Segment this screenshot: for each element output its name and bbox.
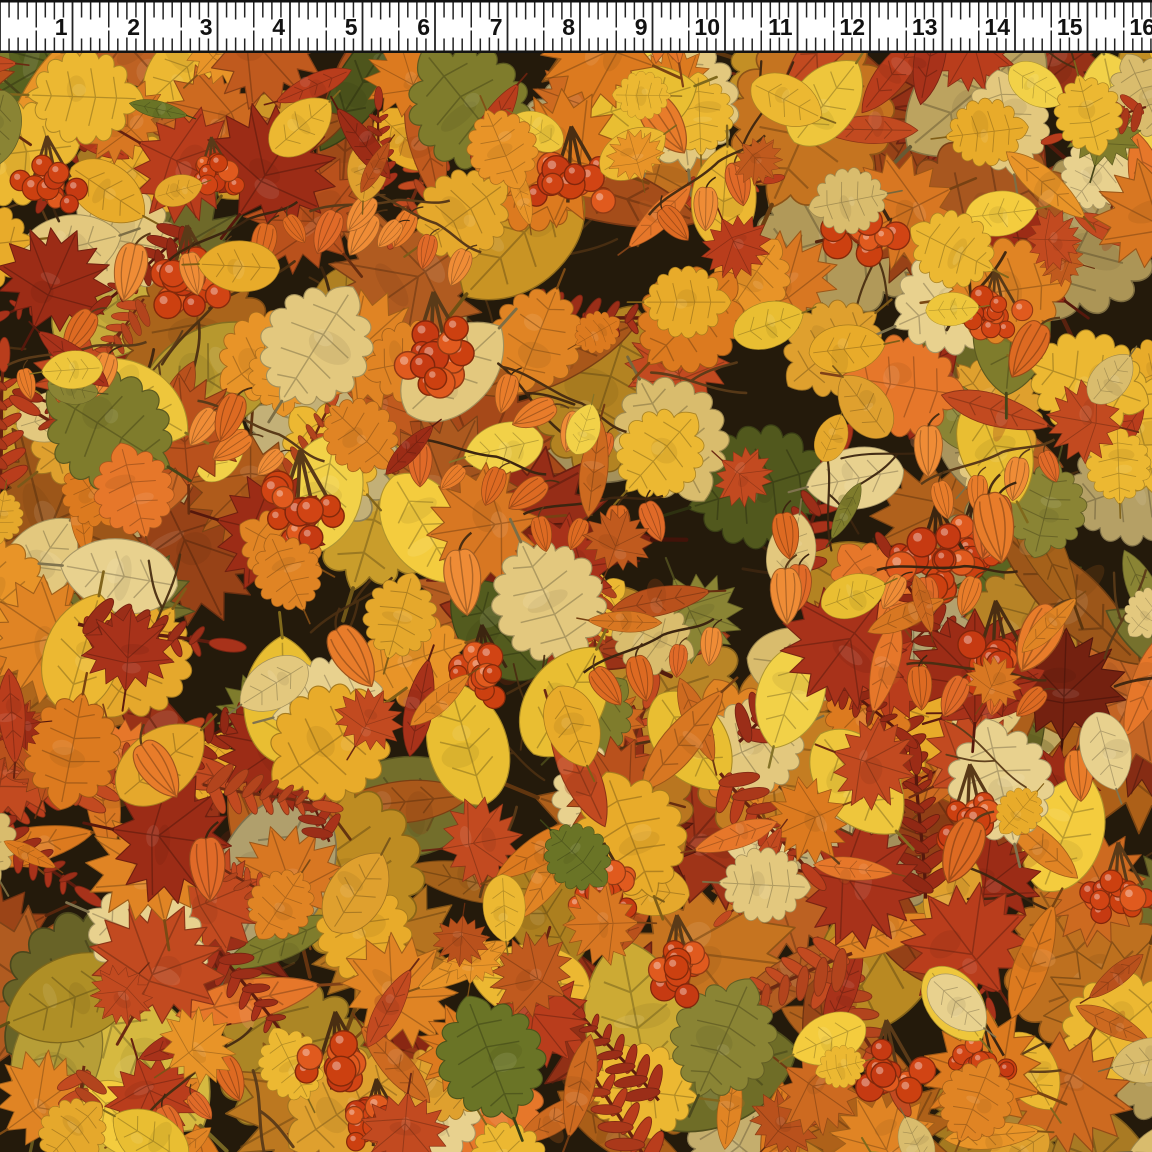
ruler-number: 7 [490,14,503,40]
ruler-number: 4 [272,14,285,40]
ruler-number: 1 [55,14,68,40]
ruler-number: 3 [200,14,213,40]
fabric-swatch [0,53,1152,1152]
ruler-number: 9 [635,14,648,40]
ruler-number: 5 [345,14,358,40]
ruler-number: 14 [984,14,1010,40]
ruler-number: 6 [417,14,430,40]
ruler-number: 8 [562,14,575,40]
ruler: 12345678910111213141516 [0,0,1152,53]
ruler-number: 11 [768,14,793,40]
ruler-number: 15 [1057,14,1083,40]
ruler-number: 2 [127,14,140,40]
ruler-number: 12 [839,14,865,40]
ruler-number: 10 [694,14,720,40]
fabric-product-photo: 12345678910111213141516 [0,0,1152,1152]
fabric-print [0,53,1152,1152]
ruler-scale: 12345678910111213141516 [0,0,1152,53]
ruler-top-border [0,0,1152,3]
ruler-number: 13 [912,14,938,40]
ruler-number: 16 [1129,14,1152,40]
